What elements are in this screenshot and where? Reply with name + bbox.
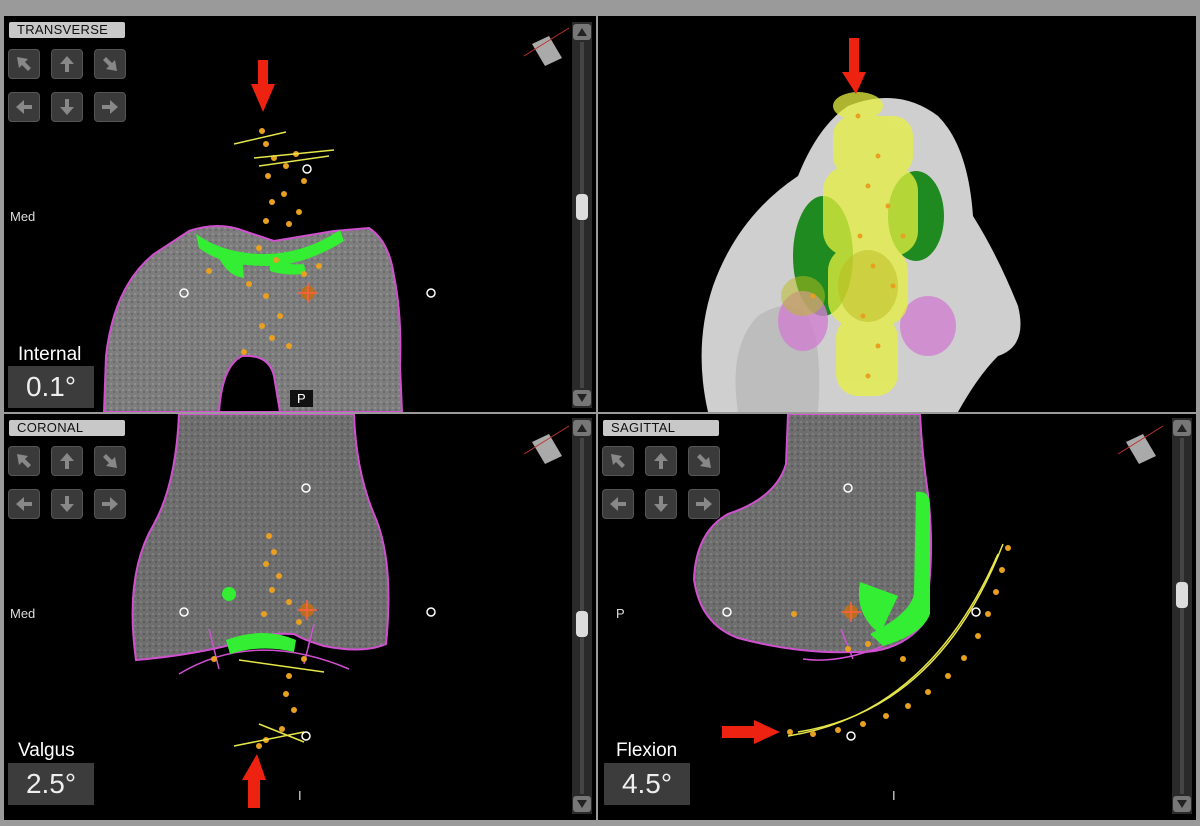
transverse-viewport[interactable]: TRANSVERSE Med Internal 0.1° P xyxy=(4,16,596,412)
slice-scrollbar[interactable] xyxy=(572,418,592,814)
plane-orientation-icon xyxy=(523,425,570,464)
scroll-thumb[interactable] xyxy=(576,611,588,637)
scroll-down-button[interactable] xyxy=(573,390,591,406)
sagittal-viewport[interactable]: SAGITTAL P Flexion 4.5° I xyxy=(598,414,1196,820)
landmark-circle xyxy=(971,607,981,617)
landmark-circle xyxy=(426,607,436,617)
navigation-pad xyxy=(8,446,126,522)
landmark-circle xyxy=(426,288,436,298)
arrow-right-icon[interactable] xyxy=(94,489,126,519)
arrow-right-icon[interactable] xyxy=(94,92,126,122)
arrow-up-left-icon[interactable] xyxy=(8,49,40,79)
landmark-circle xyxy=(302,164,312,174)
scroll-thumb[interactable] xyxy=(1176,582,1188,608)
four-view-window: TRANSVERSE Med Internal 0.1° P CORONAL M… xyxy=(0,0,1200,826)
angle-value: 4.5° xyxy=(604,763,690,805)
plane-orientation-icon xyxy=(523,27,570,66)
angle-label: Valgus xyxy=(18,740,75,761)
angle-label: Flexion xyxy=(616,740,678,761)
bone-cross-section xyxy=(131,414,390,662)
arrow-down-icon[interactable] xyxy=(645,489,677,519)
navigation-pad xyxy=(602,446,720,522)
scroll-up-button[interactable] xyxy=(1173,420,1191,436)
scroll-down-button[interactable] xyxy=(573,796,591,812)
arrow-left-icon[interactable] xyxy=(602,489,634,519)
scroll-up-button[interactable] xyxy=(573,24,591,40)
arrow-left-icon[interactable] xyxy=(8,489,40,519)
guide-lines xyxy=(233,659,325,747)
red-arrow-icon xyxy=(242,754,266,808)
orientation-label: P xyxy=(290,390,313,407)
scroll-thumb[interactable] xyxy=(576,194,588,220)
red-arrow-icon xyxy=(842,38,866,94)
view-title: SAGITTAL xyxy=(603,420,719,436)
scroll-up-button[interactable] xyxy=(573,420,591,436)
arrow-up-icon[interactable] xyxy=(51,446,83,476)
side-label: P xyxy=(616,606,625,621)
arrow-up-icon[interactable] xyxy=(645,446,677,476)
landmark-circle xyxy=(301,731,311,741)
landmark-circle xyxy=(846,731,856,741)
guide-lines xyxy=(233,131,335,167)
angle-label: Internal xyxy=(18,344,82,365)
side-label: Med xyxy=(10,209,36,224)
arrow-up-right-icon[interactable] xyxy=(94,446,126,476)
slice-scrollbar[interactable] xyxy=(572,22,592,408)
3d-bone-model xyxy=(701,38,1021,412)
arrow-right-icon[interactable] xyxy=(688,489,720,519)
coronal-viewport[interactable]: CORONAL Med Valgus 2.5° I xyxy=(4,414,596,820)
arrow-up-left-icon[interactable] xyxy=(8,446,40,476)
side-label: Med xyxy=(10,606,36,621)
plane-orientation-icon xyxy=(1117,425,1164,464)
view-title: CORONAL xyxy=(9,420,125,436)
navigation-pad xyxy=(8,49,126,125)
arrow-up-right-icon[interactable] xyxy=(94,49,126,79)
arrow-up-icon[interactable] xyxy=(51,49,83,79)
red-arrow-icon xyxy=(722,720,780,744)
angle-value: 0.1° xyxy=(8,366,94,408)
arrow-down-icon[interactable] xyxy=(51,92,83,122)
arrow-up-right-icon[interactable] xyxy=(688,446,720,476)
arrow-left-icon[interactable] xyxy=(8,92,40,122)
arrow-down-icon[interactable] xyxy=(51,489,83,519)
orientation-label: I xyxy=(298,788,302,803)
red-arrow-icon xyxy=(251,60,275,112)
view-title: TRANSVERSE xyxy=(9,22,125,38)
scroll-down-button[interactable] xyxy=(1173,796,1191,812)
orientation-label: I xyxy=(892,788,896,803)
arrow-up-left-icon[interactable] xyxy=(602,446,634,476)
bone-cross-section xyxy=(692,414,933,654)
angle-value: 2.5° xyxy=(8,763,94,805)
3d-viewport[interactable] xyxy=(598,16,1196,412)
slice-scrollbar[interactable] xyxy=(1172,418,1192,814)
